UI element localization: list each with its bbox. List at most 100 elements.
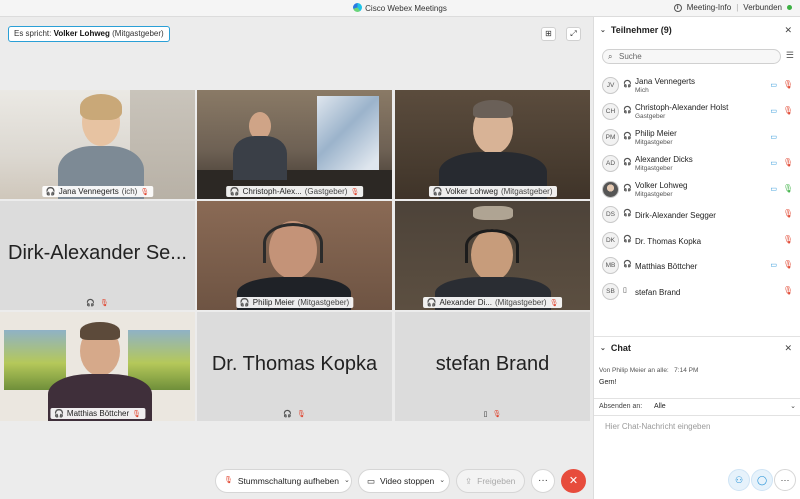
participant-row[interactable]: JV 🎧 Jana Vennegerts Mich ▭ 🎙	[594, 73, 800, 99]
phone-icon: ▯	[483, 411, 488, 418]
tile-name-chip: 🎧 Volker Lohweg (Mitgastgeber)	[428, 186, 557, 197]
meeting-info-link[interactable]: Meeting-Info	[687, 3, 731, 12]
participant-role: Mitgastgeber	[635, 139, 673, 146]
participants-toggle-icon[interactable]: ⚇	[728, 469, 750, 491]
participant-name: stefan Brand	[635, 288, 681, 297]
share-icon: ⇪	[465, 476, 473, 486]
more-panels-icon[interactable]: ···	[774, 469, 796, 491]
chat-toggle-icon[interactable]: ◯	[751, 469, 773, 491]
mic-muted-icon[interactable]: 🎙	[783, 286, 793, 295]
participant-row[interactable]: PM 🎧 Philip Meier Mitgastgeber ▭	[594, 125, 800, 151]
chevron-down-icon[interactable]: ⌄	[439, 470, 445, 492]
mic-muted-icon[interactable]: 🎙	[783, 158, 793, 167]
side-panel: ⌄ Teilnehmer (9) ✕ ⌕ Suche ☰ JV 🎧 Jana Ven…	[593, 17, 800, 499]
participants-header[interactable]: ⌄ Teilnehmer (9)	[600, 25, 672, 35]
mic-muted-icon[interactable]: 🎙	[783, 235, 793, 244]
title-bar: Cisco Webex Meetings i Meeting-Info | Ve…	[0, 0, 800, 17]
mic-muted-icon[interactable]: 🎙	[783, 106, 793, 115]
mic-muted-icon[interactable]: 🎙	[783, 209, 793, 218]
video-tile[interactable]: 🎧 Philip Meier (Mitgastgeber)	[197, 201, 392, 310]
mic-muted-icon: 🎙	[296, 411, 306, 418]
audio-icon: 🎧	[623, 261, 632, 268]
stop-video-button[interactable]: ▭ Video stoppen ⌄	[358, 469, 450, 493]
mic-muted-icon: 🎙	[132, 410, 142, 418]
avatar: DK	[602, 232, 619, 249]
chat-input[interactable]: Hier Chat-Nachricht eingeben	[605, 422, 710, 431]
unmute-button[interactable]: 🎙 Stummschaltung aufheben ⌄	[215, 469, 352, 493]
tile-name-chip: 🎧 Matthias Böttcher 🎙	[49, 408, 146, 419]
audio-icon: 🎧	[283, 411, 292, 418]
avatar: PM	[602, 129, 619, 146]
audio-icon: 🎧	[432, 187, 443, 196]
layout-grid-icon[interactable]: ⊞	[541, 27, 556, 41]
collapse-chevron-icon[interactable]: ⌄	[600, 344, 606, 352]
audio-icon: 🎧	[239, 298, 250, 307]
mic-muted-icon[interactable]: 🎙	[783, 260, 793, 269]
mic-muted-icon[interactable]: 🎙	[783, 80, 793, 89]
participant-name: Volker Lohweg	[635, 181, 688, 190]
audio-icon: 🎧	[623, 185, 632, 192]
video-camera-icon: ▭	[770, 160, 777, 167]
leave-meeting-button[interactable]: ✕	[561, 469, 586, 493]
chevron-down-icon[interactable]: ⌄	[344, 470, 350, 492]
send-to-select[interactable]: Alle	[654, 403, 666, 410]
audio-icon: 🎧	[623, 159, 632, 166]
video-tile[interactable]: Dr. Thomas Kopka 🎧 🎙	[197, 312, 392, 421]
phone-icon: ▯	[623, 287, 627, 294]
audio-icon: 🎧	[623, 236, 632, 243]
audio-icon: 🎧	[45, 187, 56, 196]
mic-on-icon[interactable]: 🎙	[783, 184, 793, 193]
participant-row[interactable]: MB 🎧 Matthias Böttcher ▭ 🎙	[594, 253, 800, 279]
sort-list-icon[interactable]: ☰	[786, 50, 794, 61]
audio-icon: 🎧	[229, 187, 240, 196]
participant-name: Christoph-Alexander Holst	[635, 103, 729, 112]
connected-indicator-icon	[787, 5, 792, 10]
avatar: CH	[602, 103, 619, 120]
fullscreen-icon[interactable]: ⤢	[566, 27, 581, 41]
mic-muted-icon: 🎙	[224, 477, 233, 484]
video-camera-icon: ▭	[770, 262, 777, 269]
mic-muted-icon: 🎙	[492, 411, 502, 418]
video-tile[interactable]: 🎧 Jana Vennegerts (ich) 🎙	[0, 90, 195, 199]
participant-role: Mitgastgeber	[635, 165, 673, 172]
avatar: MB	[602, 257, 619, 274]
video-camera-icon: ▭	[770, 186, 777, 193]
participant-row[interactable]: DK 🎧 Dr. Thomas Kopka 🎙	[594, 228, 800, 254]
video-tile[interactable]: Dirk-Alexander Se... 🎧 🎙	[0, 201, 195, 310]
send-to-label: Absenden an:	[599, 403, 643, 410]
close-participants-icon[interactable]: ✕	[784, 25, 792, 36]
tile-name-chip: 🎧 Christoph-Alex... (Gastgeber) 🎙	[225, 186, 364, 197]
meeting-controls: 🎙 Stummschaltung aufheben ⌄ ▭ Video stop…	[0, 462, 593, 499]
info-icon[interactable]: i	[673, 3, 682, 12]
chevron-down-icon[interactable]: ⌄	[790, 402, 796, 410]
more-options-button[interactable]: ···	[531, 469, 555, 493]
panel-toggles: ⚇ ◯ ···	[594, 462, 800, 499]
participant-row[interactable]: AD 🎧 Alexander Dicks Mitgastgeber ▭ 🎙	[594, 151, 800, 177]
participant-search-input[interactable]: ⌕ Suche	[602, 49, 781, 64]
participant-row[interactable]: DS 🎧 Dirk-Alexander Segger 🎙	[594, 202, 800, 228]
video-tile-active-speaker[interactable]: 🎧 Volker Lohweg (Mitgastgeber)	[395, 90, 590, 199]
mic-muted-icon: 🎙	[549, 299, 559, 307]
participant-name: Alexander Dicks	[635, 155, 693, 164]
participant-role: Gastgeber	[635, 113, 666, 120]
participant-row[interactable]: 🎧 Volker Lohweg Mitgastgeber ▭ 🎙	[594, 177, 800, 203]
video-tile[interactable]: stefan Brand ▯ 🎙	[395, 312, 590, 421]
video-camera-icon: ▭	[770, 134, 777, 141]
share-button[interactable]: ⇪ Freigeben	[456, 469, 525, 493]
close-chat-icon[interactable]: ✕	[784, 343, 792, 354]
participant-name: Dr. Thomas Kopka	[635, 237, 702, 246]
video-tile[interactable]: 🎧 Christoph-Alex... (Gastgeber) 🎙	[197, 90, 392, 199]
chat-message-text: Gern!	[599, 379, 617, 386]
participant-row[interactable]: SB ▯ stefan Brand 🎙	[594, 279, 800, 305]
participant-row[interactable]: CH 🎧 Christoph-Alexander Holst Gastgeber ▭ 🎙	[594, 99, 800, 125]
participant-name: Jana Vennegerts	[635, 77, 696, 86]
collapse-chevron-icon[interactable]: ⌄	[600, 26, 606, 34]
video-tile[interactable]: 🎧 Matthias Böttcher 🎙	[0, 312, 195, 421]
chat-header[interactable]: ⌄ Chat	[600, 343, 631, 353]
audio-icon: 🎧	[426, 298, 437, 307]
video-tile[interactable]: 🎧 Alexander Di... (Mitgastgeber) 🎙	[395, 201, 590, 310]
audio-icon: 🎧	[623, 210, 632, 217]
video-camera-icon: ▭	[367, 476, 376, 486]
avatar: JV	[602, 77, 619, 94]
participant-name: Matthias Böttcher	[635, 262, 698, 271]
